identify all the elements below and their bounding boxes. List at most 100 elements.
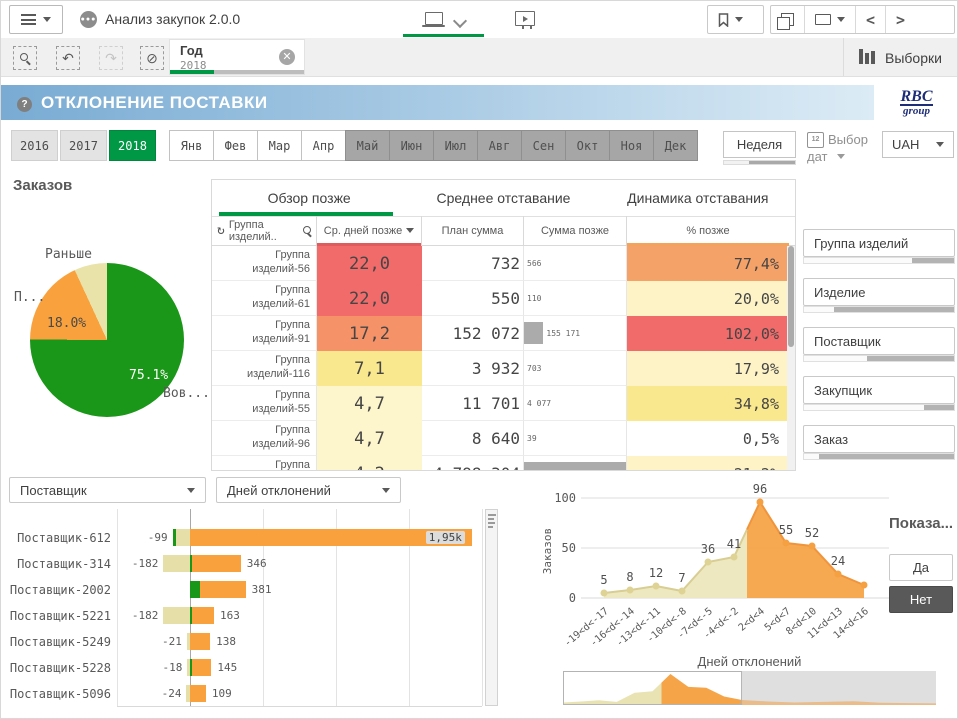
year-button-2[interactable]: 2018 — [109, 130, 156, 161]
cell-group-name[interactable]: Группаизделий-91 — [212, 316, 317, 351]
supplier-label[interactable]: Поставщик-2002 — [1, 583, 111, 597]
week-filter-button[interactable]: Неделя — [723, 131, 796, 158]
undo-selection-icon[interactable]: ↶ — [56, 46, 80, 70]
duplicate-sheet-button[interactable] — [771, 6, 804, 33]
cell-group-name[interactable]: Группаизделий-56 — [212, 246, 317, 281]
table-scrollbar-thumb[interactable] — [788, 246, 794, 347]
month-button-1[interactable]: Фев — [213, 130, 258, 161]
cell-late-sum[interactable]: 703 — [524, 351, 627, 386]
cell-late-sum[interactable] — [524, 456, 627, 470]
filter-listbox-4[interactable]: Заказ — [803, 425, 955, 453]
month-button-9[interactable]: Окт — [565, 130, 610, 161]
cell-pct-late[interactable]: 17,9% — [627, 351, 789, 386]
column-header-group[interactable]: ↻ Группа изделий.. — [212, 216, 317, 245]
cell-late-sum[interactable]: 4 077 — [524, 386, 627, 421]
supplier-label[interactable]: Поставщик-5249 — [1, 635, 111, 649]
tab-2[interactable]: Динамика отставания — [601, 180, 795, 216]
bookmark-button[interactable] — [707, 5, 764, 34]
month-button-10[interactable]: Ноя — [609, 130, 654, 161]
filter-scrollbar-1[interactable] — [803, 306, 955, 313]
column-header-days[interactable]: Ср. дней позже — [317, 216, 422, 245]
cell-days-late[interactable]: 7,1 — [317, 351, 422, 386]
redo-selection-icon[interactable]: ↷ — [99, 46, 123, 70]
cell-plan-sum[interactable]: 732 — [422, 246, 524, 281]
selections-tool-button[interactable]: Выборки — [885, 50, 942, 66]
cell-group-name[interactable]: Группаизделий-96 — [212, 421, 317, 456]
filter-chip-year[interactable]: Год 2018 ✕ — [169, 39, 305, 75]
cell-plan-sum[interactable]: 11 701 — [422, 386, 524, 421]
cell-pct-late[interactable]: 21,2% — [627, 456, 789, 470]
tab-1[interactable]: Среднее отставание — [406, 180, 600, 216]
cell-days-late[interactable]: 22,0 — [317, 246, 422, 281]
filter-scrollbar-thumb[interactable] — [819, 454, 954, 459]
year-button-1[interactable]: 2017 — [60, 130, 107, 161]
cell-plan-sum[interactable]: 152 072 — [422, 316, 524, 351]
month-button-3[interactable]: Апр — [301, 130, 346, 161]
month-button-8[interactable]: Сен — [521, 130, 566, 161]
month-button-6[interactable]: Июл — [433, 130, 478, 161]
bar-segment-orange[interactable] — [192, 607, 214, 624]
selections-grid-icon[interactable] — [859, 49, 875, 64]
filter-scrollbar-thumb[interactable] — [912, 258, 954, 263]
bar-segment-beige[interactable] — [163, 607, 190, 624]
show-yes-button[interactable]: Да — [889, 554, 953, 581]
cell-days-late[interactable]: 22,0 — [317, 281, 422, 316]
date-picker-label2[interactable]: дат — [807, 149, 827, 164]
column-header-pct[interactable]: % позже — [627, 216, 789, 245]
filter-scrollbar-0[interactable] — [803, 257, 955, 264]
supplier-label[interactable]: Поставщик-5221 — [1, 609, 111, 623]
cell-pct-late[interactable]: 77,4% — [627, 246, 789, 281]
sheet-list-button[interactable] — [805, 6, 855, 33]
cell-pct-late[interactable]: 20,0% — [627, 281, 789, 316]
cell-late-sum[interactable]: 566 — [524, 246, 627, 281]
cell-pct-late[interactable]: 0,5% — [627, 421, 789, 456]
column-header-late-sum[interactable]: Сумма позже — [524, 216, 627, 245]
filter-scrollbar-3[interactable] — [803, 404, 955, 411]
calendar-icon[interactable]: 12 — [807, 132, 824, 148]
bar-segment-orange[interactable] — [200, 581, 246, 598]
tab-0[interactable]: Обзор позже — [212, 180, 406, 216]
global-menu-button[interactable] — [9, 5, 63, 34]
supplier-bar-chart[interactable]: -991,95k-182346381-182163-21138-18145-24… — [117, 509, 482, 706]
help-icon[interactable]: ? — [17, 97, 32, 112]
month-button-0[interactable]: Янв — [169, 130, 214, 161]
cell-plan-sum[interactable]: 3 932 — [422, 351, 524, 386]
bar-segment-orange[interactable] — [190, 633, 210, 650]
bar-segment-orange[interactable] — [192, 555, 241, 572]
next-sheet-button[interactable]: > — [886, 6, 915, 33]
currency-dropdown[interactable]: UAH — [882, 131, 954, 158]
filter-listbox-3[interactable]: Закупщик — [803, 376, 955, 404]
clear-selection-icon[interactable]: ⊘ — [140, 46, 164, 70]
app-info-icon[interactable]: ●●● — [80, 11, 97, 28]
chart-scrollbar-minimap[interactable] — [485, 509, 498, 706]
bar-segment-green[interactable] — [190, 581, 200, 598]
cell-pct-late[interactable]: 34,8% — [627, 386, 789, 421]
month-button-5[interactable]: Июн — [389, 130, 434, 161]
bar-segment-beige[interactable] — [163, 555, 190, 572]
filter-listbox-2[interactable]: Поставщик — [803, 327, 955, 355]
month-button-2[interactable]: Мар — [257, 130, 302, 161]
month-button-4[interactable]: Май — [345, 130, 390, 161]
presentation-icon[interactable] — [515, 11, 535, 26]
selection-search-icon[interactable] — [13, 46, 37, 70]
cell-days-late[interactable]: 4,7 — [317, 421, 422, 456]
prev-sheet-button[interactable]: < — [856, 6, 885, 33]
deviation-area-chart[interactable]: 050100Заказов58127364196555224-19<d<-17-… — [521, 471, 893, 676]
filter-listbox-0[interactable]: Группа изделий — [803, 229, 955, 257]
cell-days-late[interactable]: 17,2 — [317, 316, 422, 351]
show-no-button[interactable]: Нет — [889, 586, 953, 613]
filter-scrollbar-thumb[interactable] — [834, 307, 954, 312]
cell-group-name[interactable]: Группаизделий-55 — [212, 386, 317, 421]
cell-plan-sum[interactable]: 550 — [422, 281, 524, 316]
orders-pie-chart[interactable] — [30, 263, 184, 417]
supplier-label[interactable]: Поставщик-5096 — [1, 687, 111, 701]
bar-segment-orange[interactable] — [192, 659, 211, 676]
supplier-label[interactable]: Поставщик-314 — [1, 557, 111, 571]
sheet-view-icon[interactable] — [425, 12, 443, 25]
supplier-label[interactable]: Поставщик-5228 — [1, 661, 111, 675]
search-icon[interactable] — [303, 226, 311, 236]
column-header-plan[interactable]: План сумма — [422, 216, 524, 245]
cell-days-late[interactable]: 4,2 — [317, 456, 422, 470]
date-picker-label[interactable]: Выбор — [828, 132, 868, 147]
refresh-icon[interactable]: ↻ — [217, 223, 225, 238]
